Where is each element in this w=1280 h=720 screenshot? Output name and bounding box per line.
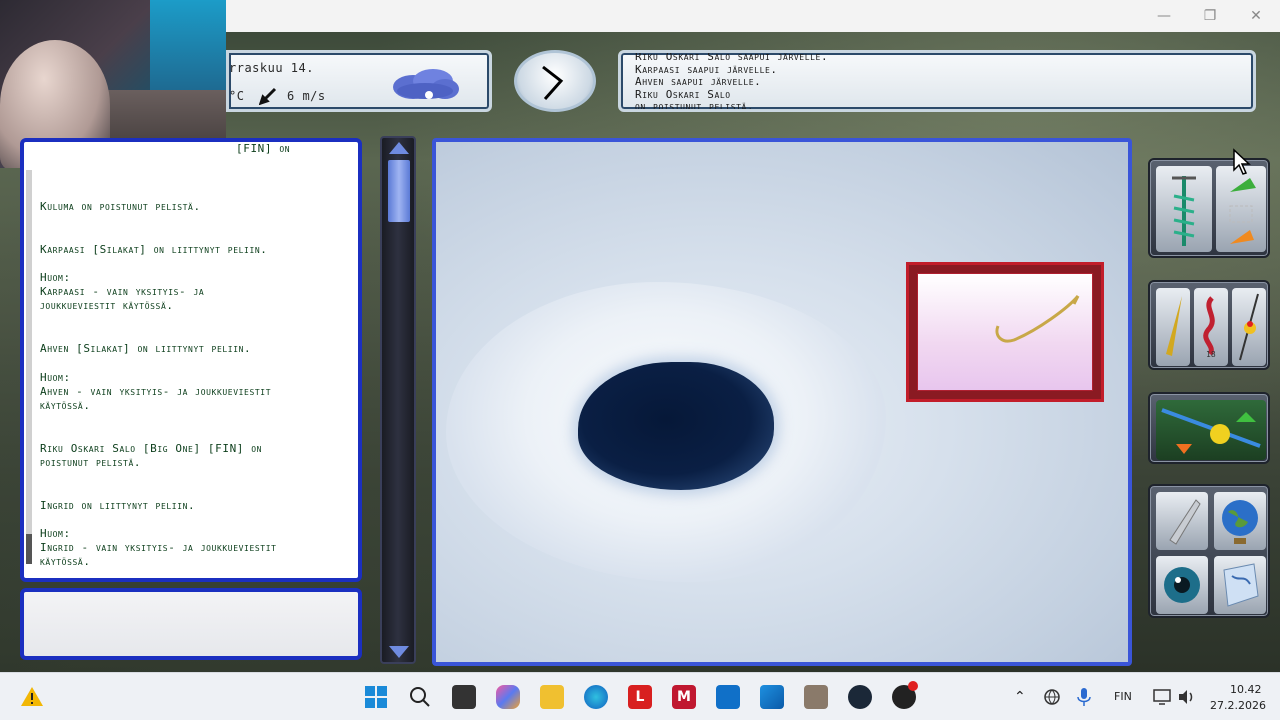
chat-message: Huom: Ahven - vain yksityis- ja joukkuev…: [40, 371, 272, 413]
warning-icon[interactable]: [20, 685, 44, 709]
outlook-icon[interactable]: [716, 685, 740, 709]
ice-drill-icon[interactable]: [1156, 166, 1212, 252]
depth-indicator: [388, 160, 410, 222]
event-log: Riku Oskari Salo saapui järvelle. Karpaa…: [618, 50, 1256, 112]
fishing-game-icon[interactable]: [804, 685, 828, 709]
hook-icon: [995, 295, 1080, 343]
chat-message: Ingrid on liittynyt peliin.: [40, 499, 196, 512]
chat-message: Riku Oskari Salo [Big One] [FIN] on pois…: [40, 442, 263, 470]
log-line: Ahven saapui järvelle.: [635, 75, 762, 89]
copilot-icon[interactable]: [496, 685, 520, 709]
lure-gold-icon[interactable]: [1156, 288, 1190, 366]
mcafee-icon[interactable]: M: [672, 685, 696, 709]
eye-icon[interactable]: [1156, 556, 1208, 614]
language-indicator[interactable]: FIN: [1114, 690, 1132, 703]
mouse-cursor-icon: [1233, 148, 1251, 175]
tool-group-bait: 18: [1148, 280, 1270, 370]
lure-card[interactable]: [906, 262, 1104, 402]
weather-panel: rraskuu 14. °C 6 m/s: [226, 50, 492, 112]
start-icon[interactable]: [364, 685, 388, 709]
chevron-up-icon[interactable]: ⌃: [1014, 689, 1026, 705]
store-icon[interactable]: [760, 685, 784, 709]
chat-message: Huom: Karpaasi - vain yksityis- ja joukk…: [40, 271, 205, 313]
log-line: on poistunut pelistä.: [635, 100, 755, 112]
display-icon[interactable]: [1150, 685, 1174, 709]
chat-message: [FIN] on: [236, 142, 291, 155]
chat-scrollbar[interactable]: [26, 170, 32, 564]
microphone-icon[interactable]: [1072, 685, 1096, 709]
files-icon[interactable]: [452, 685, 476, 709]
close-button[interactable]: ✕: [1233, 0, 1279, 32]
folder-icon[interactable]: [540, 685, 564, 709]
tool-group-misc: [1148, 484, 1270, 618]
globe-icon[interactable]: [1214, 492, 1266, 550]
search-icon[interactable]: [408, 685, 432, 709]
map-icon[interactable]: [1214, 556, 1266, 614]
rod-reel-icon[interactable]: [1156, 400, 1266, 460]
taskbar: L M ⌃ FIN 10.42 27.2.2026: [0, 672, 1280, 720]
tool-group-rod: [1148, 392, 1270, 464]
chat-input[interactable]: [20, 588, 362, 660]
chat-message: Huom: Ingrid - vain yksityis- ja joukkue…: [40, 527, 277, 569]
rod-float-icon[interactable]: [1232, 288, 1266, 366]
maximize-button[interactable]: ❐: [1187, 0, 1233, 32]
depth-bar[interactable]: [380, 136, 416, 664]
clock-date[interactable]: 27.2.2026: [1210, 699, 1266, 712]
minimize-button[interactable]: —: [1141, 0, 1187, 32]
edge-icon[interactable]: [584, 685, 608, 709]
move-icon[interactable]: [1216, 166, 1266, 252]
compass-clock: [514, 50, 596, 112]
wind-speed: 6 m/s: [287, 89, 326, 103]
chat-panel[interactable]: [FIN] on Kuluma on poistunut pelistä. Ka…: [20, 138, 362, 582]
date-text: rraskuu 14.: [229, 61, 314, 75]
worm-count: 18: [1206, 350, 1216, 359]
clock-time[interactable]: 10.42: [1230, 683, 1262, 696]
knife-icon[interactable]: [1156, 492, 1208, 550]
ice-hole[interactable]: [578, 362, 774, 490]
steam-icon[interactable]: [848, 685, 872, 709]
log-line: Riku Oskari Salo saapui järvelle.: [635, 50, 829, 63]
network-icon[interactable]: [1040, 685, 1064, 709]
l-app-icon[interactable]: L: [628, 685, 652, 709]
cloud-snow-icon: [389, 69, 461, 99]
volume-icon[interactable]: [1174, 685, 1198, 709]
scroll-up-arrow-icon[interactable]: [389, 142, 409, 154]
wind-arrow-icon: [258, 87, 277, 106]
chat-message: Karpaasi [Silakat] on liittynyt peliin.: [40, 243, 268, 256]
temperature-unit: °C: [229, 89, 245, 103]
worm-bait-icon[interactable]: 18: [1194, 288, 1228, 366]
ice-hole-view[interactable]: [432, 138, 1132, 666]
notification-badge: [908, 681, 918, 691]
chat-message: Kuluma on poistunut pelistä.: [40, 200, 201, 213]
clock-hands-icon: [542, 65, 564, 100]
scroll-down-arrow-icon[interactable]: [389, 646, 409, 658]
chat-message: Ahven [Silakat] on liittynyt peliin.: [40, 342, 252, 355]
